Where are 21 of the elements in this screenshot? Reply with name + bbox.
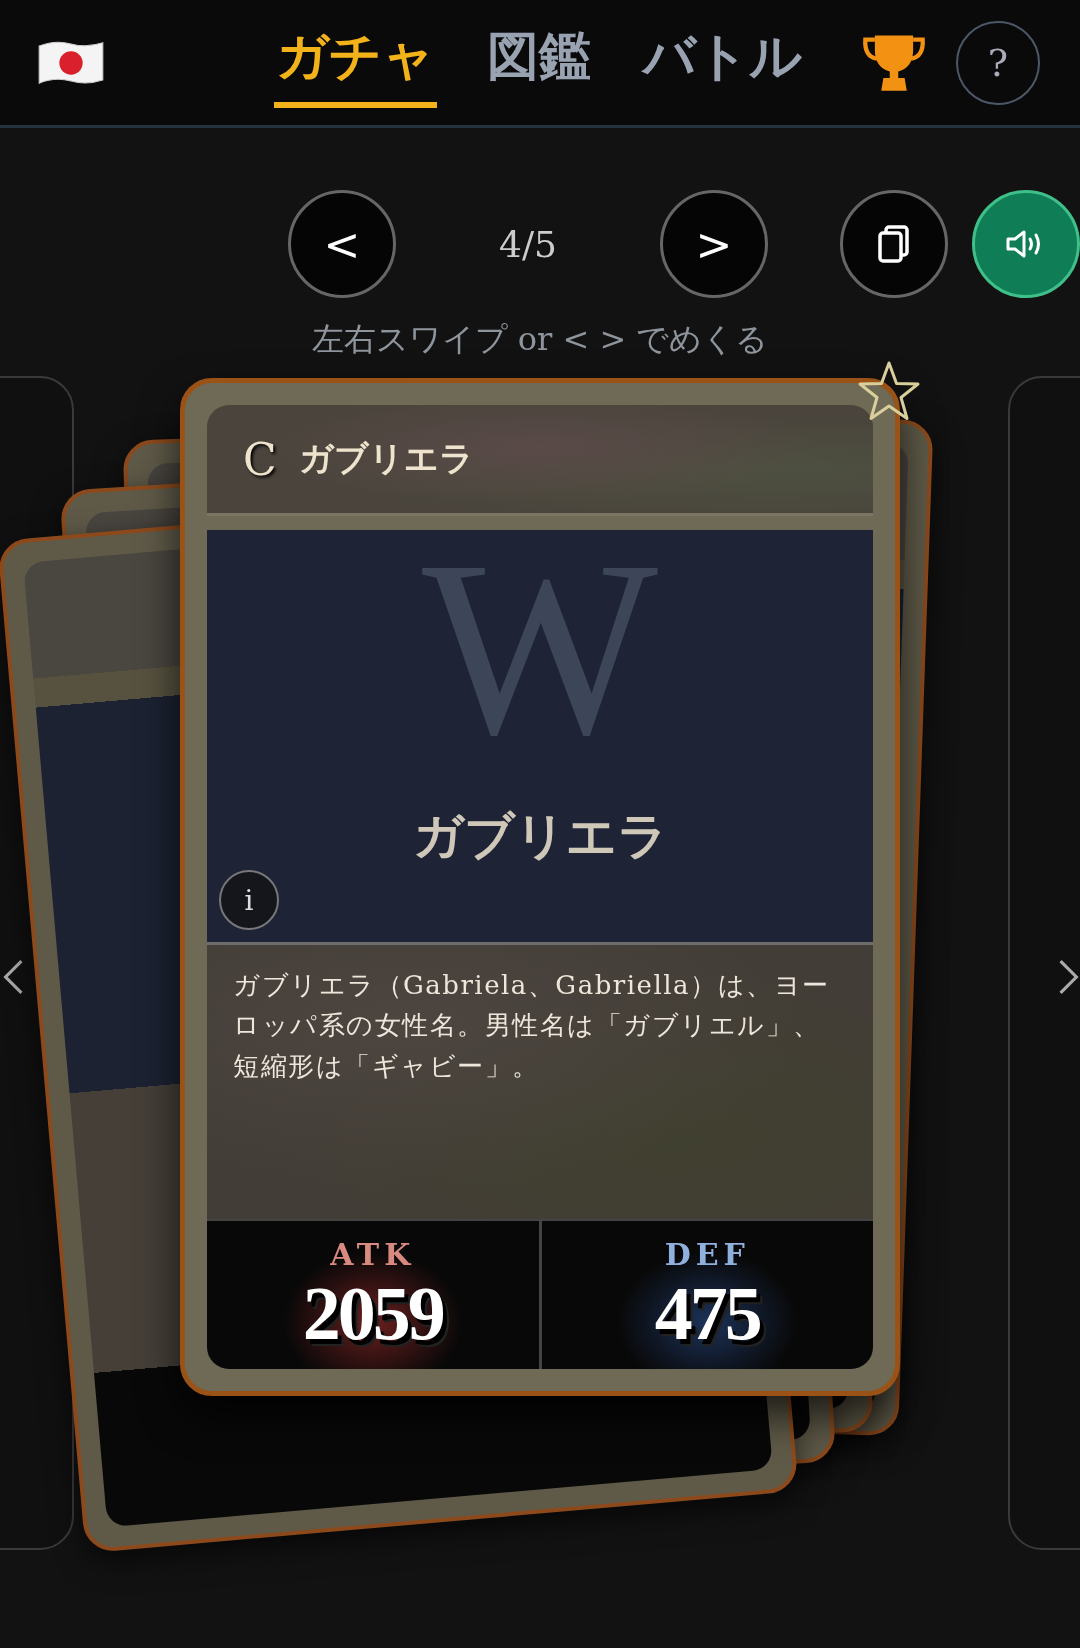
stat-label: ATK	[330, 1237, 416, 1272]
page-counter: 4/5	[498, 223, 558, 265]
help-button[interactable]: ?	[956, 20, 1040, 105]
next-button[interactable]: >	[660, 190, 768, 298]
previous-button[interactable]: <	[288, 190, 396, 298]
rarity-label: C	[243, 433, 277, 485]
info-button[interactable]: i	[219, 870, 279, 930]
art-title: ガブリエラ	[412, 804, 668, 867]
nav-tab[interactable]: 図鑑	[485, 17, 593, 108]
stat-label: DEF	[664, 1237, 750, 1272]
stat-value: 2059	[302, 1272, 443, 1356]
chevron-right-icon	[1058, 958, 1080, 996]
card-description: ガブリエラ（Gabriela、Gabriella）は、ヨーロッパ系の女性名。男性名は「ガブリエル」、短縮形は「ギャビー」。	[233, 969, 831, 1083]
copy-icon	[877, 224, 911, 264]
nav-tab[interactable]: ガチャ	[274, 17, 437, 108]
nav-tab[interactable]: バトル	[641, 17, 804, 108]
star-icon[interactable]	[856, 360, 922, 422]
card-name: ガブリエラ	[298, 437, 474, 480]
chevron-left-icon	[2, 958, 24, 996]
swipe-hint: 左右スワイプ or < > でめくる	[310, 319, 770, 360]
stat-value: 475	[654, 1272, 760, 1356]
